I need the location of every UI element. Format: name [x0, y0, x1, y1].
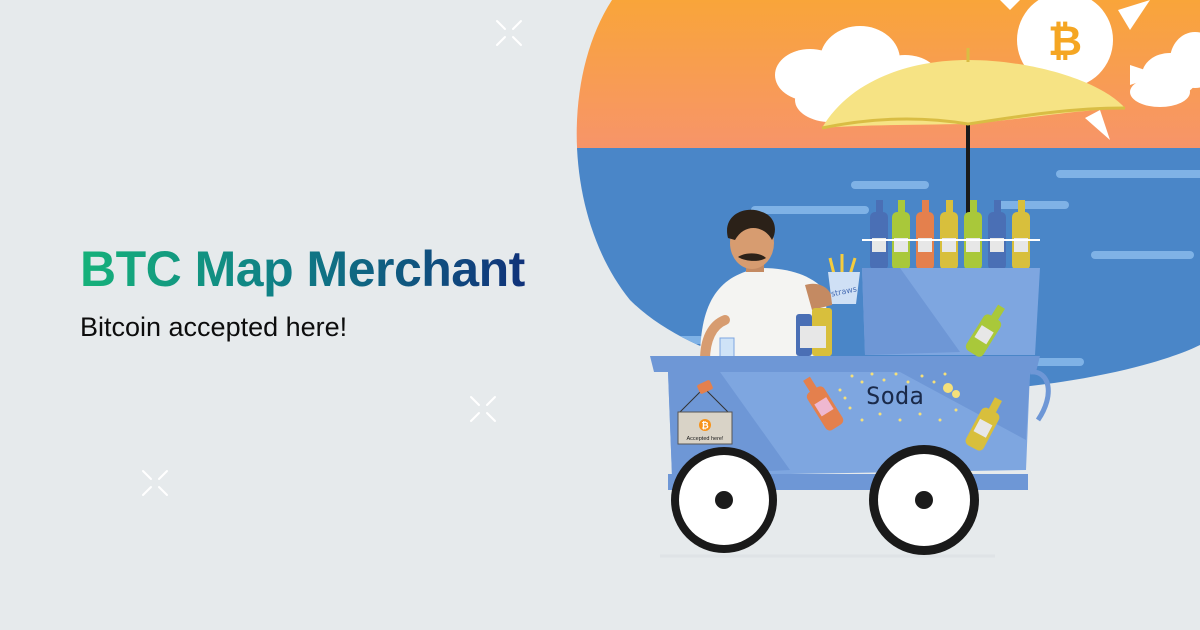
sparkle-icon — [496, 20, 522, 46]
sign-text: Accepted here! — [687, 436, 724, 442]
cart-wheel-right — [869, 445, 979, 555]
merchant-cart-illustration: ₿ straws Soda ₿ Accepted here! — [576, 0, 1200, 558]
svg-text:₿: ₿ — [701, 421, 708, 431]
cart-wheel-left — [671, 447, 777, 553]
tagline: Bitcoin accepted here! — [80, 312, 348, 342]
counter-bottles — [796, 308, 832, 356]
headline: BTC Map Merchant — [80, 241, 525, 297]
sparkle-icon — [470, 396, 496, 422]
soda-label: Soda — [866, 382, 924, 410]
svg-text:₿: ₿ — [1048, 17, 1082, 64]
sparkle-icon — [142, 470, 168, 496]
